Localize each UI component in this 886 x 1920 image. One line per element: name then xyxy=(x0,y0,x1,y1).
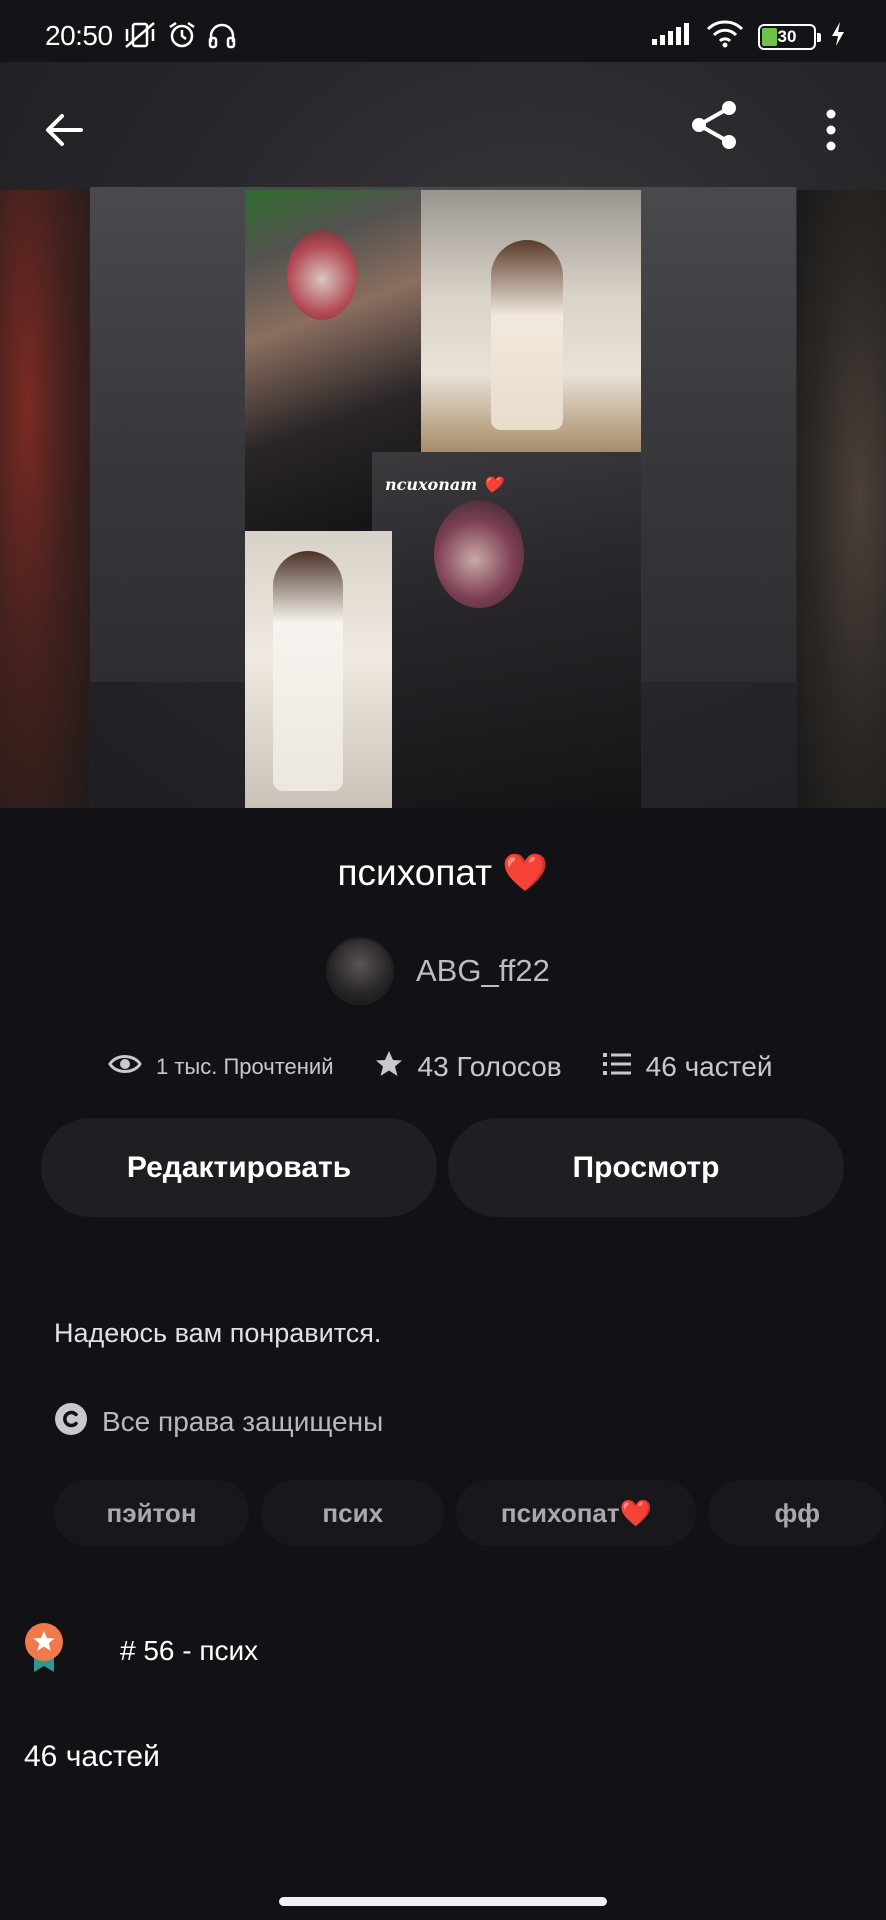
tag-chip[interactable]: пэйтон xyxy=(54,1480,250,1546)
vibrate-off-icon xyxy=(122,20,158,55)
parts-count: 46 частей xyxy=(24,1740,160,1773)
tag-chip[interactable]: псих xyxy=(261,1480,445,1546)
stat-votes: 43 Голосов xyxy=(374,1049,562,1086)
star-icon xyxy=(374,1049,404,1086)
tag-list: пэйтон псих психопат❤️ фф xyxy=(54,1480,886,1546)
story-cover[interactable]: психопат ❤️ xyxy=(245,190,641,808)
status-bar: 20:50 30 xyxy=(0,0,886,62)
ranking-link[interactable]: # 56 - псих xyxy=(22,1622,258,1679)
tag-chip[interactable]: фф xyxy=(708,1480,886,1546)
cover-caption: психопат ❤️ xyxy=(385,475,503,494)
top-nav xyxy=(0,62,886,187)
home-indicator[interactable] xyxy=(279,1897,607,1906)
story-stats: 1 тыс. Прочтений 43 Голосов 46 частей xyxy=(108,1044,772,1090)
preview-button[interactable]: Просмотр xyxy=(448,1118,844,1217)
rank-text[interactable]: # 56 - псих xyxy=(120,1635,258,1667)
copyright-icon xyxy=(54,1402,88,1441)
copyright-notice: Все права защищены xyxy=(54,1402,383,1441)
alarm-icon xyxy=(166,20,198,55)
more-options-button[interactable] xyxy=(815,104,847,160)
headphones-icon xyxy=(206,20,238,55)
list-icon xyxy=(602,1051,632,1084)
story-title: психопат ❤️ xyxy=(337,852,549,893)
author-name[interactable]: ABG_ff22 xyxy=(416,953,550,989)
status-time: 20:50 xyxy=(45,20,113,51)
back-button[interactable] xyxy=(36,104,92,160)
stat-views: 1 тыс. Прочтений xyxy=(108,1052,334,1082)
views-count: 1 тыс. Прочтений xyxy=(156,1054,334,1079)
edit-button[interactable]: Редактировать xyxy=(41,1118,437,1217)
votes-count: 43 Голосов xyxy=(417,1051,562,1082)
story-description: Надеюсь вам понравится. xyxy=(54,1318,382,1348)
copyright-text: Все права защищены xyxy=(102,1405,384,1437)
previous-cover[interactable] xyxy=(0,190,89,808)
share-icon xyxy=(687,97,743,158)
parts-count-stat: 46 частей xyxy=(645,1051,773,1082)
share-button[interactable] xyxy=(684,96,746,158)
author-link[interactable]: ABG_ff22 xyxy=(326,936,550,1006)
next-cover[interactable] xyxy=(797,190,886,808)
wifi-icon xyxy=(706,20,744,53)
battery-icon: 30 xyxy=(758,23,821,50)
signal-icon xyxy=(650,21,692,52)
more-vertical-icon xyxy=(825,108,837,157)
charging-icon xyxy=(830,21,846,52)
battery-level: 30 xyxy=(777,26,797,46)
award-badge-icon xyxy=(22,1622,66,1679)
arrow-left-icon xyxy=(43,109,85,156)
eye-icon xyxy=(108,1052,142,1082)
tag-chip[interactable]: психопат❤️ xyxy=(456,1480,697,1546)
avatar[interactable] xyxy=(326,937,394,1005)
stat-parts: 46 частей xyxy=(602,1051,773,1084)
